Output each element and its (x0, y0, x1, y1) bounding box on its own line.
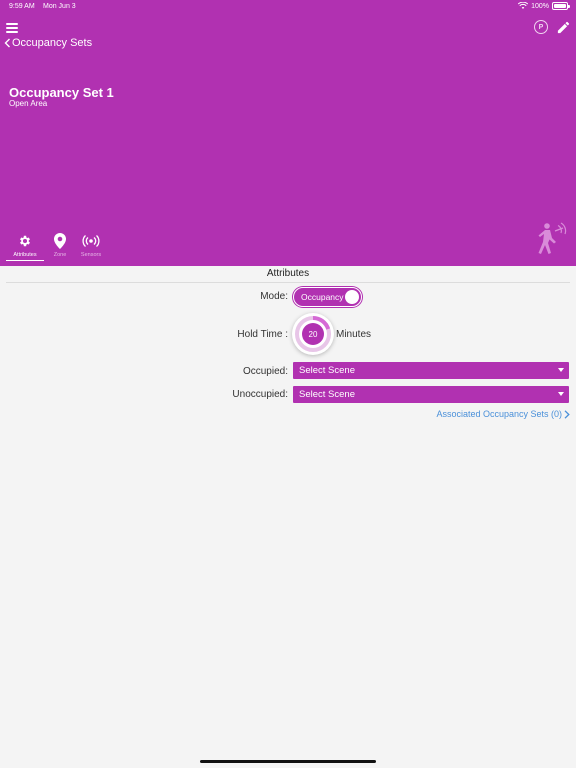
tab-sensors-label: Sensors (80, 252, 102, 258)
tab-zone-label: Zone (53, 252, 67, 258)
back-button[interactable]: Occupancy Sets (4, 37, 92, 49)
hamburger-menu-icon[interactable] (6, 23, 18, 33)
wifi-icon (518, 2, 529, 9)
occupancy-person-icon (538, 222, 567, 254)
associated-link-label: Associated Occupancy Sets (0) (436, 409, 562, 419)
unoccupied-label: Unoccupied: (232, 389, 288, 400)
hold-time-unit: Minutes (336, 329, 372, 340)
status-right: 100% (518, 2, 570, 10)
mode-toggle-label: Occupancy (301, 292, 344, 302)
chevron-left-icon (4, 38, 10, 48)
hold-time-label: Hold Time : (237, 329, 288, 340)
occupied-scene-value: Select Scene (299, 365, 355, 376)
tab-attributes-label: Attributes (13, 252, 37, 258)
associated-occupancy-sets-link[interactable]: Associated Occupancy Sets (0) (436, 409, 570, 419)
nav-tabs: Attributes Zone Sensors (6, 232, 108, 261)
unoccupied-scene-value: Select Scene (299, 389, 355, 400)
pencil-edit-icon[interactable] (556, 20, 571, 35)
map-pin-icon (54, 233, 66, 249)
header-banner: 9:59 AM Mon Jun 3 100% Occupancy Sets P … (0, 0, 576, 266)
back-label: Occupancy Sets (12, 37, 93, 49)
tab-sensors[interactable]: Sensors (74, 232, 108, 261)
status-time: 9:59 AM (9, 3, 35, 10)
section-title: Attributes (266, 268, 310, 279)
status-date: Mon Jun 3 (43, 3, 76, 10)
occupied-scene-select[interactable]: Select Scene (293, 362, 569, 379)
hold-time-dial[interactable]: 20 (292, 313, 334, 355)
mode-toggle[interactable]: Occupancy (293, 287, 362, 307)
home-indicator (200, 760, 376, 763)
occupied-label: Occupied: (242, 366, 288, 377)
page-title: Occupancy Set 1 (9, 85, 114, 100)
p-circle-icon[interactable]: P (534, 20, 548, 34)
unoccupied-scene-select[interactable]: Select Scene (293, 386, 569, 403)
battery-icon (552, 2, 570, 10)
battery-percent: 100% (531, 2, 549, 10)
toggle-knob (345, 290, 359, 304)
chevron-right-icon (564, 409, 570, 419)
tab-zone[interactable]: Zone (46, 232, 74, 261)
gear-icon (20, 235, 30, 247)
tab-attributes[interactable]: Attributes (6, 232, 44, 261)
caret-down-icon (558, 368, 564, 372)
sensor-signal-icon (82, 235, 100, 247)
caret-down-icon (558, 392, 564, 396)
page-subtitle: Open Area (9, 99, 48, 108)
mode-label: Mode: (260, 291, 288, 302)
section-divider (6, 282, 570, 283)
hold-time-value: 20 (302, 323, 324, 345)
